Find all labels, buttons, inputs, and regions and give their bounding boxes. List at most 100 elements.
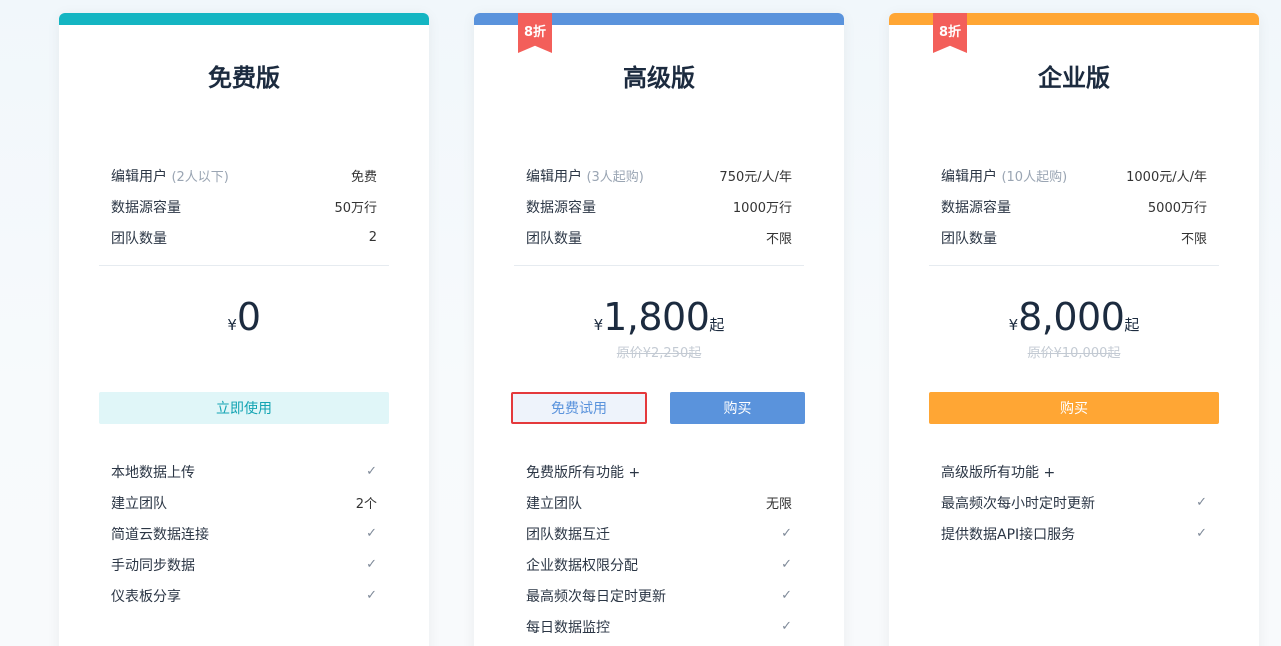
- plan-features: 高级版所有功能 + 最高频次每小时定时更新 ✓ 提供数据API接口服务 ✓: [941, 456, 1207, 549]
- spec-value: 1000万行: [732, 201, 792, 216]
- spec-label: 团队数量: [111, 230, 167, 247]
- feature-label: 最高频次每小时定时更新: [941, 495, 1095, 512]
- plan-features: 免费版所有功能 + 建立团队 无限 团队数据互迁 ✓ 企业数据权限分配 ✓ 最高频次每…: [526, 456, 792, 642]
- spec-row-teams: 团队数量 不限: [526, 222, 792, 253]
- spec-label: 数据源容量: [111, 199, 181, 216]
- spec-row-capacity: 数据源容量 5000万行: [941, 191, 1207, 222]
- price-suffix: 起: [1124, 316, 1140, 334]
- plan-title: 企业版: [1038, 64, 1110, 92]
- plan-specs: 编辑用户 (10人起购) 1000元/人/年 数据源容量 5000万行 团队数量…: [941, 160, 1207, 253]
- feature-row: 手动同步数据 ✓: [111, 549, 377, 580]
- spec-value: 2: [368, 230, 377, 245]
- plan-card-free: 免费版 编辑用户 (2人以下) 免费 数据源容量 50万行 团队数量 2 ¥0 …: [59, 13, 429, 646]
- feature-row: 简道云数据连接 ✓: [111, 518, 377, 549]
- discount-ribbon: 8折: [933, 13, 967, 53]
- feature-value: 无限: [765, 497, 792, 512]
- spec-value: 不限: [765, 232, 792, 247]
- feature-label: 提供数据API接口服务: [941, 526, 1076, 543]
- feature-label: 免费版所有功能 +: [526, 464, 641, 481]
- spec-note: (10人起购): [1001, 169, 1068, 185]
- spec-row-editors: 编辑用户 (3人起购) 750元/人/年: [526, 160, 792, 191]
- feature-row: 最高频次每小时定时更新 ✓: [941, 487, 1207, 518]
- feature-label: 仪表板分享: [111, 588, 181, 605]
- spec-label: 团队数量: [941, 230, 997, 247]
- spec-value: 750元/人/年: [719, 170, 792, 185]
- spec-value: 1000元/人/年: [1126, 170, 1207, 185]
- price-suffix: 起: [709, 316, 725, 334]
- plan-specs: 编辑用户 (2人以下) 免费 数据源容量 50万行 团队数量 2: [111, 160, 377, 253]
- plan-features: 本地数据上传 ✓ 建立团队 2个 简道云数据连接 ✓ 手动同步数据 ✓ 仪表板分享 ✓: [111, 456, 377, 611]
- spec-value: 50万行: [334, 201, 377, 216]
- price-amount: 1,800: [603, 295, 710, 339]
- spec-value: 不限: [1180, 232, 1207, 247]
- price-currency: ¥: [593, 316, 604, 334]
- check-icon: ✓: [366, 588, 377, 603]
- spec-label: 编辑用户: [526, 168, 582, 185]
- spec-row-editors: 编辑用户 (2人以下) 免费: [111, 160, 377, 191]
- check-icon: ✓: [366, 526, 377, 541]
- feature-row: 建立团队 2个: [111, 487, 377, 518]
- spec-row-editors: 编辑用户 (10人起购) 1000元/人/年: [941, 160, 1207, 191]
- plan-price: ¥8,000起: [889, 295, 1259, 339]
- spec-value: 5000万行: [1147, 201, 1207, 216]
- plan-accent-bar: [59, 13, 429, 25]
- spec-note: (3人起购): [586, 169, 644, 185]
- feature-label: 高级版所有功能 +: [941, 464, 1056, 481]
- price-amount: 8,000: [1018, 295, 1125, 339]
- free-trial-button[interactable]: 免费试用: [511, 392, 647, 424]
- price-currency: ¥: [227, 316, 237, 334]
- check-icon: ✓: [366, 557, 377, 572]
- price-amount: 0: [236, 295, 261, 339]
- spec-label: 数据源容量: [526, 199, 596, 216]
- check-icon: ✓: [781, 557, 792, 572]
- plan-title: 免费版: [208, 64, 280, 92]
- feature-row: 高级版所有功能 +: [941, 456, 1207, 487]
- check-icon: ✓: [1196, 526, 1207, 541]
- feature-row: 建立团队 无限: [526, 487, 792, 518]
- buy-button[interactable]: 购买: [670, 392, 805, 424]
- spec-label: 团队数量: [526, 230, 582, 247]
- feature-row: 最高频次每日定时更新 ✓: [526, 580, 792, 611]
- feature-row: 仪表板分享 ✓: [111, 580, 377, 611]
- spec-label: 数据源容量: [941, 199, 1011, 216]
- plan-card-pro: 8折 高级版 编辑用户 (3人起购) 750元/人/年 数据源容量 1000万行…: [474, 13, 844, 646]
- original-price: 原价¥10,000起: [1027, 346, 1121, 361]
- feature-label: 企业数据权限分配: [526, 557, 638, 574]
- spec-row-teams: 团队数量 2: [111, 222, 377, 253]
- feature-row: 提供数据API接口服务 ✓: [941, 518, 1207, 549]
- feature-row: 免费版所有功能 +: [526, 456, 792, 487]
- feature-label: 本地数据上传: [111, 464, 195, 481]
- check-icon: ✓: [781, 526, 792, 541]
- feature-label: 建立团队: [111, 495, 167, 512]
- use-now-button[interactable]: 立即使用: [99, 392, 389, 424]
- check-icon: ✓: [1196, 495, 1207, 510]
- feature-row: 本地数据上传 ✓: [111, 456, 377, 487]
- feature-label: 简道云数据连接: [111, 526, 209, 543]
- divider: [99, 265, 389, 266]
- buy-button[interactable]: 购买: [929, 392, 1219, 424]
- check-icon: ✓: [781, 619, 792, 634]
- price-currency: ¥: [1008, 316, 1019, 334]
- spec-row-teams: 团队数量 不限: [941, 222, 1207, 253]
- check-icon: ✓: [781, 588, 792, 603]
- plan-card-enterprise: 8折 企业版 编辑用户 (10人起购) 1000元/人/年 数据源容量 5000…: [889, 13, 1259, 646]
- plan-title: 高级版: [623, 64, 695, 92]
- discount-ribbon: 8折: [518, 13, 552, 53]
- feature-label: 建立团队: [526, 495, 582, 512]
- plan-specs: 编辑用户 (3人起购) 750元/人/年 数据源容量 1000万行 团队数量 不…: [526, 160, 792, 253]
- spec-row-capacity: 数据源容量 50万行: [111, 191, 377, 222]
- feature-label: 手动同步数据: [111, 557, 195, 574]
- feature-label: 每日数据监控: [526, 619, 610, 636]
- feature-row: 每日数据监控 ✓: [526, 611, 792, 642]
- pricing-page: 免费版 编辑用户 (2人以下) 免费 数据源容量 50万行 团队数量 2 ¥0 …: [0, 0, 1281, 646]
- spec-value: 免费: [350, 170, 377, 185]
- divider: [514, 265, 804, 266]
- spec-label: 编辑用户: [111, 168, 167, 185]
- feature-value: 2个: [355, 497, 377, 512]
- feature-label: 团队数据互迁: [526, 526, 610, 543]
- plan-price: ¥0: [59, 295, 429, 339]
- spec-label: 编辑用户: [941, 168, 997, 185]
- feature-row: 团队数据互迁 ✓: [526, 518, 792, 549]
- spec-note: (2人以下): [171, 169, 229, 185]
- divider: [929, 265, 1219, 266]
